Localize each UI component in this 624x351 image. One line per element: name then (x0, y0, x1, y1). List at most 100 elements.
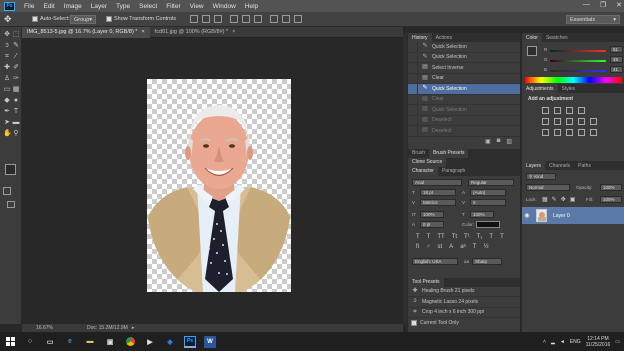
kerning-field[interactable]: Metrics (420, 198, 456, 206)
strikethrough-icon[interactable]: T (500, 234, 504, 240)
crop-tool-icon[interactable]: ⌗ (3, 53, 11, 61)
faux-bold-icon[interactable]: T (416, 234, 420, 240)
quick-selection-tool-icon[interactable]: ✎ (12, 42, 20, 50)
history-item[interactable]: ▤ Deselect (408, 125, 520, 137)
shape-tool-icon[interactable]: ▬ (12, 119, 20, 127)
ordinal-icon[interactable]: aᵃ (460, 244, 466, 250)
layer-filter-select[interactable]: ⚲ Kind (526, 173, 556, 180)
lock-position-icon[interactable]: ✥ (561, 196, 566, 203)
lock-pixels-icon[interactable]: ✎ (552, 196, 557, 203)
tab-tool-presets[interactable]: Tool Presets (408, 277, 444, 287)
history-brush-tool-icon[interactable]: ✑ (12, 75, 20, 83)
lock-all-icon[interactable]: ▣ (570, 196, 576, 203)
chevron-right-icon[interactable]: ▸ (132, 325, 135, 331)
ligature-icon[interactable]: ﬁ (416, 244, 419, 250)
gradient-tool-icon[interactable]: ▦ (12, 86, 20, 94)
fill-field[interactable]: 100% (600, 196, 622, 203)
search-icon[interactable]: ○ (24, 336, 36, 348)
menu-window[interactable]: Window (213, 3, 236, 10)
history-item[interactable]: ✎ Quick Selection (408, 41, 520, 53)
chrome-icon[interactable] (124, 336, 136, 348)
underline-icon[interactable]: T (489, 234, 493, 240)
auto-select-dropdown[interactable]: Group ▾ (70, 15, 96, 24)
red-slider[interactable] (550, 50, 606, 52)
ornament-icon[interactable]: ½ (483, 244, 488, 250)
vertical-scale-field[interactable]: 100% (420, 210, 444, 218)
foreground-color-swatch[interactable] (5, 164, 16, 175)
green-value[interactable]: 45 (610, 56, 623, 63)
doc-tab[interactable]: fcd01.jpg @ 100% (RGB/8#) * × (150, 27, 241, 38)
layer-row-selected[interactable]: ◉ Layer 0 (522, 207, 624, 224)
menu-file[interactable]: File (24, 3, 34, 10)
tab-styles[interactable]: Styles (558, 84, 580, 93)
font-style-select[interactable]: Regular (468, 178, 514, 186)
leading-field[interactable]: (Auto) (470, 188, 506, 196)
document-canvas[interactable] (147, 79, 291, 292)
tab-layers[interactable]: Layers (522, 161, 546, 170)
fraction-icon[interactable]: T (473, 244, 477, 250)
notifications-icon[interactable]: ▭ (615, 339, 620, 345)
hue-saturation-icon[interactable] (554, 118, 561, 125)
align-top-icon[interactable] (190, 15, 198, 23)
auto-select-checkbox[interactable] (32, 16, 38, 22)
quick-mask-icon[interactable] (3, 187, 11, 195)
menu-help[interactable]: Help (245, 3, 258, 10)
tool-preset-item[interactable]: ✚ Healing Brush 21 pixels (408, 287, 520, 297)
tracking-field[interactable]: 0 (470, 198, 506, 206)
word-icon[interactable]: W (204, 335, 216, 348)
subscript-icon[interactable]: T₁ (477, 234, 483, 240)
threshold-icon[interactable] (566, 129, 573, 136)
black-white-icon[interactable] (578, 118, 585, 125)
selective-color-icon[interactable] (590, 129, 597, 136)
titling-icon[interactable]: A (449, 244, 453, 250)
zoom-level[interactable]: 16.67% (36, 325, 53, 331)
eyedropper-tool-icon[interactable]: ⁄ (12, 53, 20, 61)
history-item[interactable]: ✎ Quick Selection (408, 52, 520, 63)
move-tool-icon[interactable]: ✥ (4, 14, 14, 24)
photoshop-taskbar-icon[interactable]: Ps (184, 335, 196, 348)
path-selection-tool-icon[interactable]: ➤ (3, 119, 11, 127)
eraser-tool-icon[interactable]: ▭ (3, 86, 11, 94)
levels-icon[interactable] (554, 107, 561, 114)
healing-brush-tool-icon[interactable]: ✚ (3, 64, 11, 72)
all-caps-icon[interactable]: TT (437, 234, 444, 240)
blur-tool-icon[interactable]: ◆ (3, 97, 11, 105)
align-right-icon[interactable] (254, 15, 262, 23)
opacity-field[interactable]: 100% (600, 184, 622, 191)
vibrance-icon[interactable] (542, 118, 549, 125)
history-item[interactable]: ▤ Select Inverse (408, 62, 520, 74)
posterize-icon[interactable] (554, 129, 561, 136)
camera-icon[interactable]: ◙ (497, 138, 501, 144)
blue-slider[interactable] (550, 70, 606, 72)
type-tool-icon[interactable]: T (12, 108, 20, 116)
clock[interactable]: 12:14 PM 11/25/2016 (586, 336, 611, 348)
language-indicator[interactable]: ENG (570, 339, 581, 345)
minimize-icon[interactable]: — (583, 1, 590, 9)
superscript-icon[interactable]: T¹ (464, 234, 470, 240)
new-document-icon[interactable]: ▣ (485, 138, 491, 145)
tab-actions[interactable]: Actions (432, 33, 456, 42)
tool-preset-item[interactable]: ↄ Magnetic Lasso 24 pixels (408, 297, 520, 308)
store-icon[interactable]: ▣ (104, 336, 116, 348)
tab-adjustments[interactable]: Adjustments (522, 84, 558, 93)
volume-icon[interactable]: ◄ (560, 339, 565, 345)
edge-icon[interactable]: e (64, 336, 76, 348)
blue-value[interactable]: 41 (610, 66, 623, 73)
tool-preset-item[interactable]: ⌗ Crop 4 inch x 6 inch 300 ppi (408, 308, 520, 318)
small-caps-icon[interactable]: Tt (452, 234, 457, 240)
menu-select[interactable]: Select (139, 3, 157, 10)
dodge-tool-icon[interactable]: ● (12, 97, 20, 105)
distribute-icon[interactable] (270, 15, 278, 23)
photo-filter-icon[interactable] (590, 118, 597, 125)
text-color-swatch[interactable] (476, 220, 500, 228)
history-item[interactable]: ▤ Deselect (408, 115, 520, 126)
windows-start-icon[interactable] (4, 336, 16, 348)
photos-icon[interactable]: ◆ (164, 336, 176, 348)
hand-tool-icon[interactable]: ✋ (3, 130, 12, 138)
gradient-map-icon[interactable] (578, 129, 585, 136)
foreground-color-swatch[interactable] (527, 46, 537, 56)
history-item-selected[interactable]: ✎ Quick Selection (408, 83, 520, 95)
tab-paths[interactable]: Paths (574, 161, 595, 170)
font-family-select[interactable]: Arial (412, 178, 462, 186)
workspace-dropdown[interactable]: Essentials ▾ (566, 15, 620, 24)
